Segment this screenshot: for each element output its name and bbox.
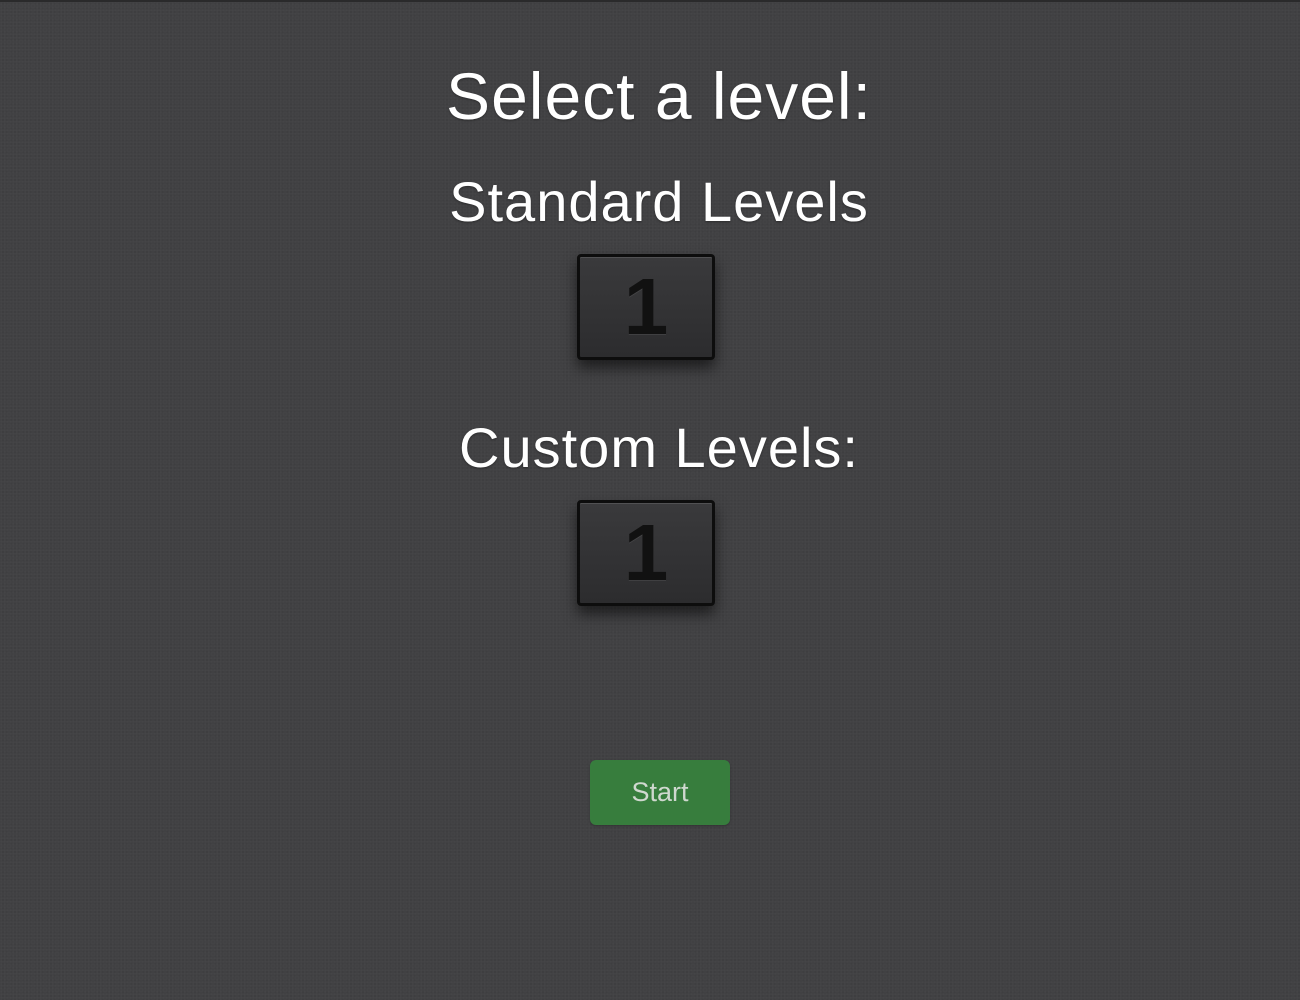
- standard-level-1-button[interactable]: 1: [577, 254, 715, 360]
- custom-level-1-button[interactable]: 1: [577, 500, 715, 606]
- page-title: Select a level:: [446, 59, 872, 133]
- level-number: 1: [623, 508, 669, 597]
- level-select-screen: Select a level: Standard Levels 1 Custom…: [0, 0, 1300, 1000]
- standard-levels-heading: Standard Levels: [449, 170, 869, 233]
- level-number: 1: [623, 262, 669, 351]
- custom-levels-heading: Custom Levels:: [459, 416, 859, 479]
- start-button[interactable]: Start: [590, 760, 730, 825]
